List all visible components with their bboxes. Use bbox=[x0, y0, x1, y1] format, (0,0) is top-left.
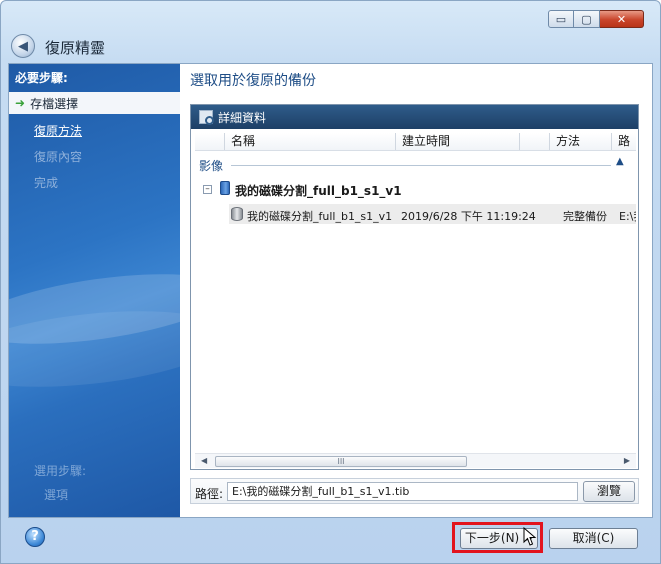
archive-name[interactable]: 我的磁碟分割_full_b1_s1_v1 bbox=[235, 182, 402, 199]
help-icon[interactable]: ? bbox=[25, 527, 45, 547]
mouse-cursor-icon bbox=[523, 527, 537, 546]
horizontal-scrollbar[interactable]: ◀ III ▶ bbox=[195, 453, 636, 468]
collapse-chevron-icon[interactable]: ▲ bbox=[616, 156, 624, 167]
main-content: 選取用於復原的備份 詳細資料 名稱 建立時間 方法 路 影像 ▲ – 我的磁碟分… bbox=[180, 64, 652, 517]
browse-button[interactable]: 瀏覽 bbox=[583, 481, 635, 502]
required-steps-heading: 必要步驟: bbox=[15, 71, 68, 85]
archive-disk-icon bbox=[220, 181, 230, 195]
panel-header: 詳細資料 bbox=[191, 105, 638, 129]
backup-database-icon bbox=[231, 207, 243, 221]
close-icon[interactable]: ✕ bbox=[600, 10, 644, 28]
sidebar-item-archive-selection: ➜ 存檔選擇 bbox=[9, 92, 180, 114]
sidebar-item-recovery-method[interactable]: 復原方法 bbox=[34, 122, 82, 139]
backup-path-cell: E:\我 bbox=[619, 210, 636, 223]
backup-created-cell: 2019/6/28 下午 11:19:24 bbox=[401, 210, 536, 223]
restore-wizard-window: ▭ ▢ ✕ ◀ 復原精靈 必要步驟: ➜ 存檔選擇 復原方法 復原內容 完成 選… bbox=[0, 0, 661, 564]
backup-details-panel: 詳細資料 名稱 建立時間 方法 路 影像 ▲ – 我的磁碟分割_full_b1_… bbox=[190, 104, 639, 470]
sidebar-item-finish: 完成 bbox=[34, 176, 59, 190]
arrow-right-icon: ➜ bbox=[15, 96, 26, 110]
column-header-blank bbox=[195, 133, 225, 150]
group-divider bbox=[231, 165, 611, 166]
scroll-left-icon[interactable]: ◀ bbox=[201, 456, 207, 465]
column-header-row: 名稱 建立時間 方法 路 bbox=[195, 133, 636, 151]
sidebar-item-options: 選項 bbox=[44, 488, 69, 502]
path-input[interactable]: E:\我的磁碟分割_full_b1_s1_v1.tib bbox=[227, 482, 578, 501]
path-row: 路徑: E:\我的磁碟分割_full_b1_s1_v1.tib 瀏覽 bbox=[190, 478, 639, 504]
column-header-name[interactable]: 名稱 bbox=[225, 133, 396, 150]
page-title: 選取用於復原的備份 bbox=[190, 73, 316, 89]
details-icon bbox=[199, 110, 214, 125]
tree-collapse-toggle[interactable]: – bbox=[203, 185, 212, 194]
steps-sidebar: 必要步驟: ➜ 存檔選擇 復原方法 復原內容 完成 選用步驟: 選項 bbox=[9, 64, 180, 517]
column-header-created[interactable]: 建立時間 bbox=[396, 133, 520, 150]
scroll-right-icon[interactable]: ▶ bbox=[624, 456, 630, 465]
optional-steps-heading: 選用步驟: bbox=[34, 464, 87, 478]
cancel-button[interactable]: 取消(C) bbox=[549, 528, 638, 549]
column-header-method[interactable]: 方法 bbox=[550, 133, 612, 150]
wizard-content-frame: 必要步驟: ➜ 存檔選擇 復原方法 復原內容 完成 選用步驟: 選項 選取用於復… bbox=[8, 63, 653, 518]
backup-name-cell[interactable]: 我的磁碟分割_full_b1_s1_v1 bbox=[247, 208, 392, 224]
sidebar-item-label: 存檔選擇 bbox=[30, 96, 79, 111]
maximize-icon[interactable]: ▢ bbox=[574, 10, 600, 28]
group-label-images: 影像 bbox=[199, 159, 224, 173]
path-label: 路徑: bbox=[195, 487, 224, 501]
wizard-title: 復原精靈 bbox=[45, 39, 106, 57]
sidebar-item-recovery-content: 復原內容 bbox=[34, 150, 83, 164]
panel-title: 詳細資料 bbox=[218, 110, 267, 125]
column-header-spacer bbox=[520, 133, 550, 150]
back-arrow-icon[interactable]: ◀ bbox=[11, 34, 35, 58]
window-controls: ▭ ▢ ✕ bbox=[548, 10, 644, 28]
minimize-icon[interactable]: ▭ bbox=[548, 10, 574, 28]
backup-method-cell: 完整備份 bbox=[563, 210, 607, 223]
column-header-path[interactable]: 路 bbox=[612, 133, 636, 150]
scroll-thumb[interactable]: III bbox=[215, 456, 467, 467]
